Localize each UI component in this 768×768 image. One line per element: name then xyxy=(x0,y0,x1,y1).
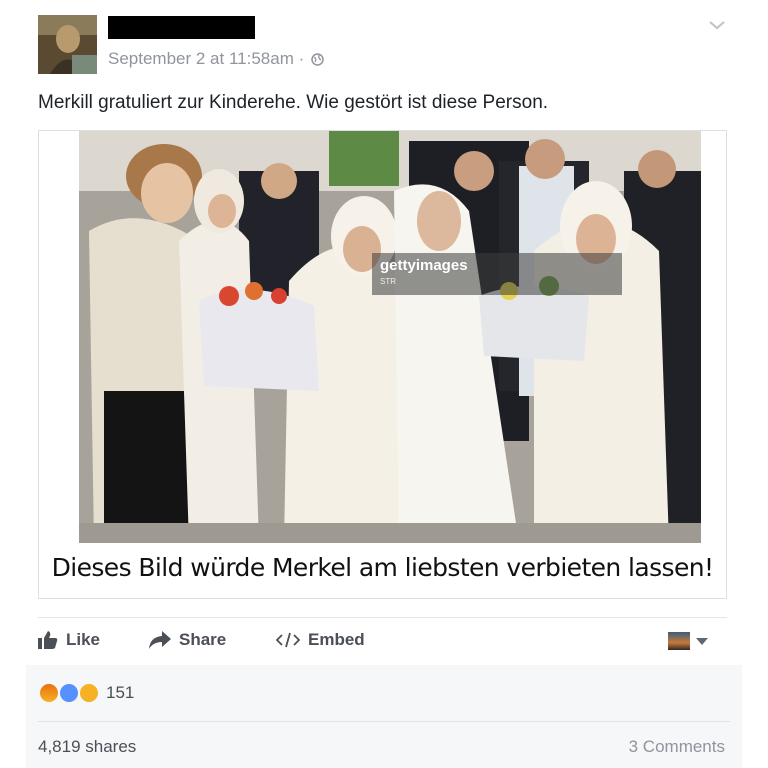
globe-icon xyxy=(311,51,324,71)
post-footer: 151 4,819 shares 3 Comments xyxy=(26,665,742,768)
facebook-post: September 2 at 11:58am · Merkill gratuli… xyxy=(0,0,768,768)
angry-reaction-icon xyxy=(38,682,60,704)
watermark-text: gettyimages xyxy=(380,257,468,274)
reaction-count: 151 xyxy=(106,683,135,702)
caret-down-icon xyxy=(696,637,708,645)
post-action-bar: Like Share Embed xyxy=(38,630,727,654)
comment-count-link[interactable]: 3 Comments xyxy=(629,737,725,757)
embed-label: Embed xyxy=(308,630,365,649)
share-arrow-icon xyxy=(149,631,171,649)
like-reaction-icon xyxy=(58,682,80,704)
haha-reaction-icon xyxy=(78,682,100,704)
page-selector[interactable] xyxy=(668,632,708,650)
avatar[interactable] xyxy=(38,15,97,74)
share-button[interactable]: Share xyxy=(149,630,226,650)
like-label: Like xyxy=(66,630,101,649)
divider xyxy=(38,617,727,618)
post-text: Merkill gratuliert zur Kinderehe. Wie ge… xyxy=(38,92,549,113)
share-count-link[interactable]: 4,819 shares xyxy=(38,737,136,757)
like-button[interactable]: Like xyxy=(38,630,100,650)
page-thumbnail xyxy=(668,632,690,650)
post-meta: September 2 at 11:58am · xyxy=(108,49,324,71)
code-icon xyxy=(276,632,300,648)
watermark-credit: STR xyxy=(380,277,396,286)
embed-button[interactable]: Embed xyxy=(276,630,365,650)
chevron-down-icon[interactable] xyxy=(706,16,728,34)
footer-divider xyxy=(38,721,730,722)
image-caption: Dieses Bild würde Merkel am liebsten ver… xyxy=(51,553,714,582)
shared-photo[interactable] xyxy=(79,131,701,543)
thumbs-up-icon xyxy=(38,631,58,649)
redacted-author-name xyxy=(108,16,255,39)
reaction-summary[interactable]: 151 xyxy=(38,682,134,704)
getty-watermark: gettyimages STR xyxy=(372,253,622,295)
share-label: Share xyxy=(179,630,227,649)
post-timestamp[interactable]: September 2 at 11:58am · xyxy=(108,49,309,68)
